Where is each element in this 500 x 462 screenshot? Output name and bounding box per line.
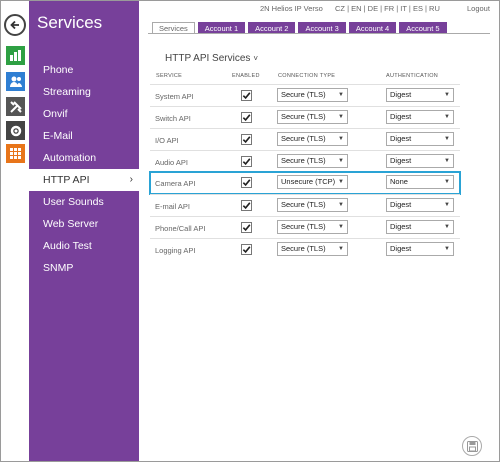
service-name: Phone/Call API [155, 224, 206, 233]
table-row: System API Secure (TLS) ▼ Digest ▼ [150, 84, 460, 106]
enabled-checkbox[interactable] [241, 156, 252, 167]
connection-type-select[interactable]: Secure (TLS) ▼ [277, 88, 348, 102]
enabled-checkbox[interactable] [241, 112, 252, 123]
dropdown-arrow-icon: ▼ [338, 246, 344, 252]
back-arrow-icon[interactable] [4, 14, 26, 36]
authentication-select[interactable]: Digest ▼ [386, 198, 454, 212]
sidebar-menu: Phone Streaming Onvif E-Mail Automation … [29, 59, 139, 279]
sidebar-item-http-api[interactable]: HTTP API › [29, 169, 139, 191]
chevron-right-icon: › [129, 174, 133, 185]
dropdown-arrow-icon: ▼ [338, 224, 344, 230]
authentication-select[interactable]: Digest ▼ [386, 154, 454, 168]
sidebar: Services Phone Streaming Onvif E-Mail Au… [29, 1, 139, 461]
dropdown-arrow-icon: ▼ [444, 158, 450, 164]
service-name: E-mail API [155, 202, 191, 211]
table-row: Switch API Secure (TLS) ▼ Digest ▼ [150, 106, 460, 128]
enabled-checkbox[interactable] [241, 177, 252, 188]
service-name: Logging API [155, 246, 196, 255]
tab-services[interactable]: Services [152, 22, 195, 33]
device-name: 2N Helios IP Verso [260, 4, 323, 13]
section-title[interactable]: HTTP API Services ˅ [165, 53, 258, 64]
dropdown-arrow-icon: ▼ [444, 246, 450, 252]
connection-type-select[interactable]: Secure (TLS) ▼ [277, 198, 348, 212]
dropdown-arrow-icon: ▼ [444, 136, 450, 142]
save-button[interactable] [462, 436, 482, 456]
sidebar-item-phone[interactable]: Phone [29, 59, 139, 81]
sidebar-item-audio-test[interactable]: Audio Test [29, 235, 139, 257]
dropdown-arrow-icon: ▼ [444, 224, 450, 230]
dropdown-arrow-icon: ▼ [338, 202, 344, 208]
authentication-select[interactable]: Digest ▼ [386, 242, 454, 256]
status-icon[interactable] [6, 46, 25, 65]
column-header-enabled: ENABLED [232, 73, 260, 79]
dropdown-arrow-icon: ▼ [444, 114, 450, 120]
service-name: System API [155, 92, 194, 101]
sidebar-item-user-sounds[interactable]: User Sounds [29, 191, 139, 213]
enabled-checkbox[interactable] [241, 134, 252, 145]
table-row: I/O API Secure (TLS) ▼ Digest ▼ [150, 128, 460, 150]
save-icon [466, 440, 478, 452]
enabled-checkbox[interactable] [241, 200, 252, 211]
logout-link[interactable]: Logout [467, 4, 490, 13]
dropdown-arrow-icon: ▼ [338, 158, 344, 164]
sidebar-title: Services [37, 13, 103, 32]
column-header-service: SERVICE [156, 73, 183, 79]
service-name: Switch API [155, 114, 191, 123]
table-row: Audio API Secure (TLS) ▼ Digest ▼ [150, 150, 460, 172]
dropdown-arrow-icon: ▼ [338, 92, 344, 98]
language-selector[interactable]: CZ | EN | DE | FR | IT | ES | RU [335, 4, 440, 13]
icon-bar [1, 1, 29, 460]
dropdown-arrow-icon: ▼ [338, 114, 344, 120]
directory-icon[interactable] [6, 72, 25, 91]
sidebar-item-automation[interactable]: Automation [29, 147, 139, 169]
tab-bar: Services Account 1 Account 2 Account 3 A… [152, 22, 447, 33]
enabled-checkbox[interactable] [241, 244, 252, 255]
connection-type-select[interactable]: Secure (TLS) ▼ [277, 154, 348, 168]
dropdown-arrow-icon: ▼ [338, 179, 344, 185]
system-icon[interactable] [6, 121, 25, 140]
connection-type-select[interactable]: Secure (TLS) ▼ [277, 220, 348, 234]
enabled-checkbox[interactable] [241, 222, 252, 233]
column-header-connection-type: CONNECTION TYPE [278, 73, 336, 79]
sidebar-item-email[interactable]: E-Mail [29, 125, 139, 147]
table-row: Phone/Call API Secure (TLS) ▼ Digest ▼ [150, 216, 460, 238]
table-row: Camera API Unsecure (TCP) ▼ None ▼ [149, 171, 461, 195]
enabled-checkbox[interactable] [241, 90, 252, 101]
column-header-authentication: AUTHENTICATION [386, 73, 439, 79]
hardware-icon[interactable] [6, 97, 25, 116]
authentication-select[interactable]: None ▼ [386, 175, 454, 189]
sidebar-item-streaming[interactable]: Streaming [29, 81, 139, 103]
sidebar-item-web-server[interactable]: Web Server [29, 213, 139, 235]
service-name: Audio API [155, 158, 188, 167]
authentication-select[interactable]: Digest ▼ [386, 132, 454, 146]
authentication-select[interactable]: Digest ▼ [386, 88, 454, 102]
authentication-select[interactable]: Digest ▼ [386, 110, 454, 124]
connection-type-select[interactable]: Unsecure (TCP) ▼ [277, 175, 348, 189]
services-icon[interactable] [6, 144, 25, 163]
table-row: Logging API Secure (TLS) ▼ Digest ▼ [150, 238, 460, 260]
connection-type-select[interactable]: Secure (TLS) ▼ [277, 242, 348, 256]
table-row: E-mail API Secure (TLS) ▼ Digest ▼ [150, 194, 460, 216]
connection-type-select[interactable]: Secure (TLS) ▼ [277, 132, 348, 146]
sidebar-item-onvif[interactable]: Onvif [29, 103, 139, 125]
chevron-down-icon: ˅ [253, 54, 259, 63]
dropdown-arrow-icon: ▼ [444, 202, 450, 208]
tab-account-2[interactable]: Account 2 [248, 22, 296, 33]
tab-divider [148, 33, 490, 34]
tab-account-5[interactable]: Account 5 [399, 22, 447, 33]
service-name: I/O API [155, 136, 179, 145]
connection-type-select[interactable]: Secure (TLS) ▼ [277, 110, 348, 124]
sidebar-item-snmp[interactable]: SNMP [29, 257, 139, 279]
authentication-select[interactable]: Digest ▼ [386, 220, 454, 234]
dropdown-arrow-icon: ▼ [444, 92, 450, 98]
tab-account-3[interactable]: Account 3 [298, 22, 346, 33]
tab-account-4[interactable]: Account 4 [348, 22, 397, 33]
dropdown-arrow-icon: ▼ [338, 136, 344, 142]
service-name: Camera API [155, 179, 196, 188]
dropdown-arrow-icon: ▼ [444, 179, 450, 185]
tab-account-1[interactable]: Account 1 [197, 22, 246, 33]
